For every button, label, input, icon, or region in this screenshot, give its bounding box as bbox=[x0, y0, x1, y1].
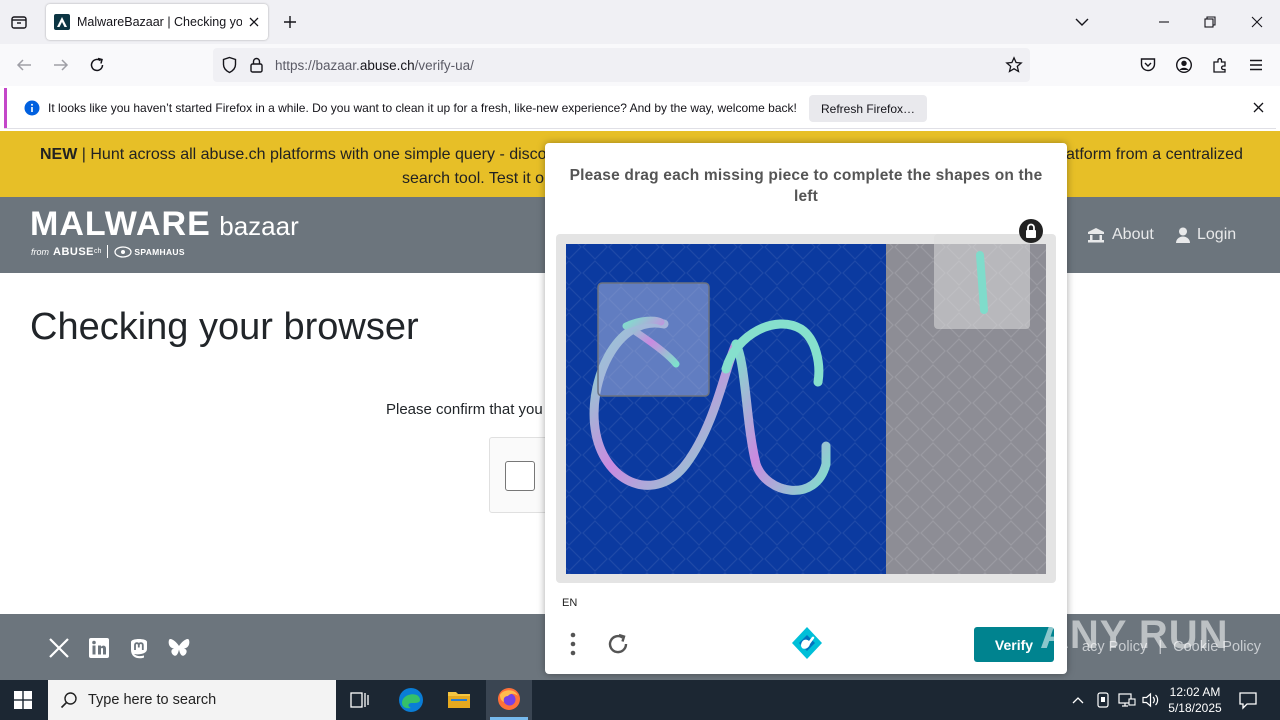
search-placeholder: Type here to search bbox=[88, 692, 217, 708]
url-domain: abuse.ch bbox=[359, 57, 415, 73]
banner-line-1: NEW | Hunt across all abuse.ch platforms… bbox=[40, 143, 555, 167]
banner-new-label: NEW bbox=[40, 146, 78, 163]
logo-divider bbox=[107, 245, 109, 258]
mastodon-icon[interactable] bbox=[128, 637, 150, 659]
logo-abuse-suffix: ch bbox=[94, 248, 102, 255]
url-text[interactable]: https://bazaar.abuse.ch/verify-ua/ bbox=[275, 58, 474, 73]
refresh-firefox-button[interactable]: Refresh Firefox… bbox=[809, 95, 928, 122]
captcha-instructions: Please drag each missing piece to comple… bbox=[569, 167, 1043, 205]
info-icon bbox=[24, 100, 40, 116]
site-favicon-icon bbox=[54, 14, 70, 30]
nav-about-label: About bbox=[1112, 226, 1154, 243]
puzzle-image bbox=[566, 234, 1046, 574]
task-view-icon[interactable] bbox=[350, 691, 370, 709]
banner-text-left: | Hunt across all abuse.ch platforms wit… bbox=[77, 146, 555, 163]
new-tab-icon[interactable] bbox=[282, 14, 298, 30]
logo-main-text: MALWARE bbox=[30, 205, 211, 243]
restore-icon[interactable] bbox=[1190, 6, 1230, 38]
bookmark-star-icon[interactable] bbox=[1005, 56, 1023, 74]
list-all-tabs-icon[interactable] bbox=[1074, 16, 1090, 28]
lock-icon[interactable] bbox=[249, 56, 264, 74]
clock-date: 5/18/2025 bbox=[1168, 701, 1222, 715]
tab-strip: MalwareBazaar | Checking your bbox=[0, 0, 1280, 44]
firefox-notification-bar: It looks like you haven’t started Firefo… bbox=[4, 88, 1276, 128]
taskbar-clock[interactable]: 12:02 AM 5/18/2025 bbox=[1162, 684, 1228, 716]
user-icon bbox=[1176, 227, 1190, 243]
captcha-widget bbox=[489, 437, 549, 513]
navigation-toolbar: https://bazaar.abuse.ch/verify-ua/ bbox=[0, 44, 1280, 86]
forward-icon[interactable] bbox=[52, 57, 70, 73]
logo-sub-text: bazaar bbox=[219, 211, 299, 241]
network-icon[interactable] bbox=[1118, 692, 1136, 708]
file-explorer-icon[interactable] bbox=[447, 688, 471, 710]
url-prefix: https://bazaar. bbox=[275, 57, 360, 73]
pocket-icon[interactable] bbox=[1139, 56, 1157, 74]
language-selector[interactable]: EN bbox=[562, 597, 577, 609]
more-options-icon[interactable] bbox=[569, 632, 577, 656]
back-icon[interactable] bbox=[15, 57, 33, 73]
edge-icon[interactable] bbox=[398, 687, 424, 713]
logo-from-text: from bbox=[31, 246, 49, 257]
notification-center-icon[interactable] bbox=[1238, 690, 1258, 710]
tab-close-icon[interactable] bbox=[248, 16, 260, 28]
nav-login-link[interactable]: Login bbox=[1176, 226, 1236, 244]
logo-byline: from ABUSE ch SPAMHAUS bbox=[31, 245, 185, 258]
clock-time: 12:02 AM bbox=[1169, 685, 1221, 699]
banner-line-2: search tool. Test it ou bbox=[402, 170, 553, 187]
reload-icon[interactable] bbox=[88, 56, 106, 74]
notification-text: It looks like you haven’t started Firefo… bbox=[48, 101, 797, 115]
windows-start-icon[interactable] bbox=[14, 691, 32, 709]
logo-spamhaus-text: SPAMHAUS bbox=[134, 246, 185, 257]
notification-close-icon[interactable] bbox=[1253, 102, 1264, 113]
malwarebazaar-logo[interactable]: MALWARE bazaar bbox=[30, 205, 299, 244]
url-path: /verify-ua/ bbox=[414, 57, 474, 73]
captcha-modal: Please drag each missing piece to comple… bbox=[545, 143, 1067, 674]
puzzle-area bbox=[556, 219, 1056, 583]
tray-chevron-icon[interactable] bbox=[1071, 695, 1085, 705]
spamhaus-logo-icon bbox=[114, 245, 133, 258]
bank-icon bbox=[1087, 227, 1105, 243]
tab-list-icon[interactable] bbox=[10, 13, 28, 31]
watermark-text: ANY RUN bbox=[1040, 613, 1229, 657]
bluesky-icon[interactable] bbox=[167, 638, 191, 658]
address-bar[interactable]: https://bazaar.abuse.ch/verify-ua/ bbox=[213, 48, 1030, 82]
hcaptcha-logo-icon bbox=[790, 626, 824, 660]
nav-about-link[interactable]: About bbox=[1087, 226, 1154, 244]
firefox-taskbar-button[interactable] bbox=[486, 680, 532, 720]
tracking-protection-icon[interactable] bbox=[221, 56, 238, 74]
extensions-icon[interactable] bbox=[1211, 56, 1229, 74]
close-window-icon[interactable] bbox=[1237, 6, 1277, 38]
account-icon[interactable] bbox=[1175, 56, 1193, 74]
browser-tab[interactable]: MalwareBazaar | Checking your bbox=[46, 4, 268, 40]
anyrun-watermark: ANY RUN bbox=[1040, 613, 1229, 658]
captcha-checkbox[interactable] bbox=[505, 461, 535, 491]
puzzle-slot bbox=[597, 282, 710, 397]
confirm-text: Please confirm that you bbox=[386, 401, 543, 418]
minimize-icon[interactable] bbox=[1144, 6, 1184, 38]
logo-abuse-text: ABUSE bbox=[53, 245, 95, 258]
firefox-icon bbox=[497, 687, 521, 711]
linkedin-icon[interactable] bbox=[88, 637, 110, 659]
device-icon[interactable] bbox=[1095, 692, 1111, 708]
windows-taskbar: Type here to search 12:02 AM 5/18/2025 bbox=[0, 680, 1280, 720]
volume-icon[interactable] bbox=[1142, 692, 1160, 708]
search-icon bbox=[60, 691, 78, 709]
nav-login-label: Login bbox=[1197, 226, 1237, 243]
refresh-challenge-icon[interactable] bbox=[605, 631, 631, 657]
menu-icon[interactable] bbox=[1247, 56, 1265, 74]
taskbar-search-box[interactable]: Type here to search bbox=[48, 680, 336, 720]
captcha-lock-icon bbox=[1018, 218, 1044, 244]
page-heading: Checking your browser bbox=[30, 306, 419, 348]
tab-title: MalwareBazaar | Checking your bbox=[77, 15, 242, 29]
banner-text-right: atform from a centralized bbox=[1066, 146, 1243, 163]
x-twitter-icon[interactable] bbox=[48, 637, 70, 659]
